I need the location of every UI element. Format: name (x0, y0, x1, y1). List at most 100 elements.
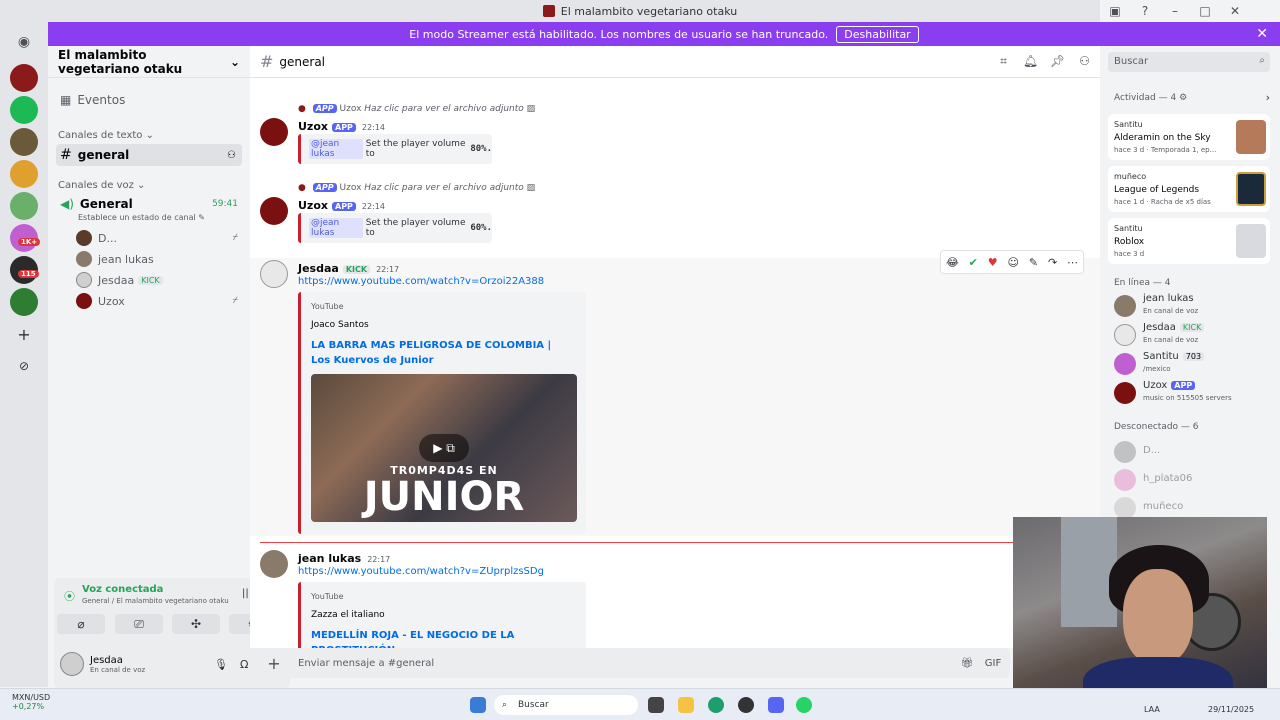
whatsapp-icon[interactable] (796, 697, 812, 713)
member-item[interactable]: D... (1114, 439, 1274, 465)
help-icon[interactable]: ? (1130, 4, 1160, 18)
members-icon[interactable]: ⚇ (1071, 54, 1098, 69)
avatar[interactable] (260, 197, 288, 225)
play-icon[interactable]: ▶ ⧉ (419, 434, 469, 462)
task-view-icon[interactable] (648, 697, 664, 713)
message-composer[interactable]: + Enviar mensaje a #general 🎁︎ GIF (258, 648, 1010, 678)
embed-author[interactable]: Joaco Santos (311, 320, 369, 330)
avatar (76, 293, 92, 309)
minimize-button[interactable]: – (1160, 4, 1190, 18)
channel-status[interactable]: Establece un estado de canal ✎ (78, 213, 205, 222)
clock-date[interactable]: 29/11/2025 (1208, 705, 1254, 714)
pin-icon[interactable]: 📌︎ (1044, 54, 1071, 69)
avatar[interactable] (260, 550, 288, 578)
server-icon[interactable] (10, 128, 38, 156)
discord-icon[interactable] (768, 697, 784, 713)
chevron-right-icon[interactable]: › (1266, 91, 1270, 104)
channel-general[interactable]: # general ⚇ (56, 144, 242, 166)
embed-title[interactable]: MEDELLÍN ROJA - EL NEGOCIO DE LA PROSTIT… (311, 628, 571, 648)
start-icon[interactable] (470, 697, 486, 713)
message-actions-bar: 😂︎ ✔ ♥ ☺ ✎ ↷ ⋯ (940, 250, 1084, 274)
member-item[interactable]: Jesdaa KICK En canal de voz (1114, 322, 1274, 348)
voice-user[interactable]: Jesdaa KICK (76, 272, 240, 288)
close-window-button[interactable]: ✕ (1220, 4, 1250, 18)
language-indicator[interactable]: LAA (1144, 705, 1160, 714)
more-icon[interactable]: ⋯ (1067, 256, 1078, 269)
message-author[interactable]: Uzox APP 22:14 (298, 120, 385, 133)
server-icon[interactable] (10, 160, 38, 188)
discover-icon[interactable]: ⊘ (10, 352, 38, 380)
screen-share-button[interactable]: ⎚ (115, 614, 163, 634)
banner-text: El modo Streamer está habilitado. Los no… (409, 27, 829, 41)
disable-streamer-button[interactable]: Deshabilitar (836, 25, 919, 43)
avatar[interactable] (60, 652, 84, 676)
threads-icon[interactable]: ⌗ (990, 54, 1017, 69)
bell-icon[interactable]: 🔔︎ (1017, 54, 1044, 69)
gift-icon[interactable]: 🎁︎ (954, 658, 980, 669)
file-explorer-icon[interactable] (678, 697, 694, 713)
message-author[interactable]: Uzox APP 22:14 (298, 199, 385, 212)
activity-card[interactable]: Santitu Roblox hace 3 d (1108, 218, 1270, 264)
message-link[interactable]: https://www.youtube.com/watch?v=Orzoi22A… (298, 276, 544, 287)
server-icon[interactable] (10, 64, 38, 92)
member-item[interactable]: h_plata06 (1114, 467, 1274, 493)
server-icon[interactable] (10, 192, 38, 220)
inbox-icon[interactable]: ▣ (1100, 4, 1130, 18)
user-mention[interactable]: @jean lukas (309, 218, 363, 238)
member-item[interactable]: Santitu 703 /mexico (1114, 351, 1274, 377)
message-author[interactable]: jean lukas 22:17 (298, 552, 390, 565)
check-emoji-icon[interactable]: ✔ (969, 256, 978, 269)
voice-user[interactable]: D... ⌿ (76, 230, 240, 246)
activity-card[interactable]: muñeco League of Legends hace 1 d · Rach… (1108, 166, 1270, 212)
member-item[interactable]: jean lukas En canal de voz (1114, 293, 1274, 319)
user-mention[interactable]: @jean lukas (309, 139, 363, 159)
deafened-icon: ⌿ (232, 296, 238, 306)
message-input[interactable]: Enviar mensaje a #general (298, 658, 434, 669)
events-item[interactable]: ▦ Eventos (56, 90, 242, 110)
message-link[interactable]: https://www.youtube.com/watch?v=ZUprplzs… (298, 566, 544, 577)
message-author[interactable]: Jesdaa KICK 22:17 (298, 262, 399, 275)
embed-provider[interactable]: YouTube (311, 302, 344, 311)
server-icon[interactable] (10, 288, 38, 316)
forward-icon[interactable]: ↷ (1048, 256, 1057, 269)
activities-button[interactable]: ✣ (172, 614, 220, 634)
embed-title[interactable]: LA BARRA MAS PELIGROSA DE COLOMBIA | Los… (311, 338, 571, 368)
edge-icon[interactable] (708, 697, 724, 713)
obs-icon[interactable] (738, 697, 754, 713)
heart-emoji-icon[interactable]: ♥ (988, 256, 998, 269)
add-member-icon[interactable]: ⚇ (227, 150, 236, 161)
video-thumbnail[interactable]: ▶ ⧉ TR0MP4D4S EN JUNIOR (311, 374, 577, 522)
activity-header[interactable]: Actividad — 4 ⚙ (1114, 93, 1187, 103)
server-icon[interactable] (10, 96, 38, 124)
voice-channel-general[interactable]: ◀) General 59:41 (56, 196, 242, 212)
edit-icon[interactable]: ✎ (1029, 256, 1038, 269)
signal-icon: ⦿ (64, 590, 75, 603)
camera-off-button[interactable]: ⌀ (57, 614, 105, 634)
search-input[interactable]: Buscar ⌕ (1108, 52, 1270, 72)
text-category[interactable]: Canales de texto ⌄ (58, 130, 154, 141)
voice-user[interactable]: jean lukas (76, 251, 240, 267)
headphones-icon[interactable]: Ω (240, 658, 248, 671)
add-server-icon[interactable]: + (10, 320, 38, 348)
discord-home-icon[interactable]: ◉ (10, 28, 38, 56)
avatar[interactable] (260, 260, 288, 288)
avatar[interactable] (260, 118, 288, 146)
server-header[interactable]: El malambito vegetariano otaku ⌄ (48, 46, 250, 78)
stock-widget[interactable]: MXN/USD +0,27% (12, 693, 50, 711)
laugh-emoji-icon[interactable]: 😂︎ (946, 256, 959, 269)
add-attachment-icon[interactable]: + (258, 654, 290, 673)
embed-provider[interactable]: YouTube (311, 592, 344, 601)
reply-preview[interactable]: ● APP Uzox Haz clic para ver el archivo … (298, 104, 535, 114)
voice-user[interactable]: Uzox ⌿ (76, 293, 240, 309)
voice-category[interactable]: Canales de voz ⌄ (58, 180, 145, 191)
maximize-button[interactable]: □ (1190, 4, 1220, 18)
taskbar-search[interactable]: ⌕ Buscar (494, 695, 638, 715)
member-item[interactable]: Uzox APP music on 515505 servers (1114, 380, 1274, 406)
activity-card[interactable]: Santitu Alderamin on the Sky hace 3 d · … (1108, 114, 1270, 160)
gif-icon[interactable]: GIF (980, 658, 1006, 669)
embed-author[interactable]: Zazza el italiano (311, 610, 385, 620)
close-banner-icon[interactable]: ✕ (1256, 26, 1268, 42)
microphone-icon[interactable]: 🎙︎ (214, 658, 228, 671)
add-reaction-icon[interactable]: ☺ (1008, 256, 1019, 269)
reply-preview[interactable]: ● APP Uzox Haz clic para ver el archivo … (298, 183, 535, 193)
